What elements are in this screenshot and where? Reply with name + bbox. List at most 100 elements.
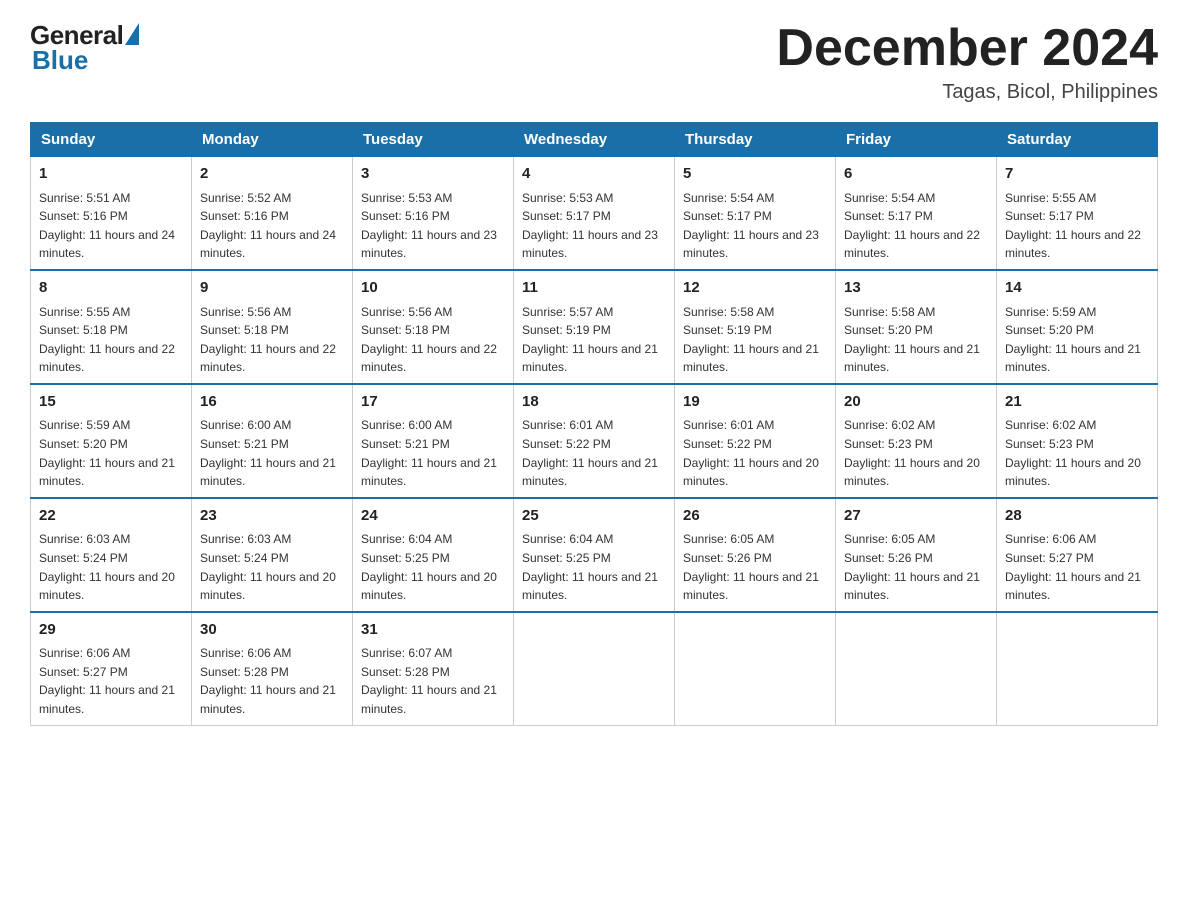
day-info: Sunrise: 6:04 AMSunset: 5:25 PMDaylight:… bbox=[522, 530, 666, 604]
day-number: 7 bbox=[1005, 163, 1149, 186]
weekday-header-sunday: Sunday bbox=[31, 123, 192, 157]
day-info: Sunrise: 5:52 AMSunset: 5:16 PMDaylight:… bbox=[200, 189, 344, 263]
calendar-week-row: 8 Sunrise: 5:55 AMSunset: 5:18 PMDaylight… bbox=[31, 270, 1158, 384]
day-info: Sunrise: 6:03 AMSunset: 5:24 PMDaylight:… bbox=[39, 530, 183, 604]
day-number: 24 bbox=[361, 505, 505, 528]
weekday-header-tuesday: Tuesday bbox=[353, 123, 514, 157]
day-number: 16 bbox=[200, 391, 344, 414]
day-number: 17 bbox=[361, 391, 505, 414]
table-row: 11 Sunrise: 5:57 AMSunset: 5:19 PMDayligh… bbox=[514, 270, 675, 384]
table-row: 21Sunrise: 6:02 AMSunset: 5:23 PMDayligh… bbox=[997, 384, 1158, 498]
table-row: 19Sunrise: 6:01 AMSunset: 5:22 PMDayligh… bbox=[675, 384, 836, 498]
day-number: 29 bbox=[39, 619, 183, 642]
calendar-table: SundayMondayTuesdayWednesdayThursdayFrid… bbox=[30, 122, 1158, 725]
day-number: 22 bbox=[39, 505, 183, 528]
day-info: Sunrise: 5:56 AMSunset: 5:18 PMDaylight:… bbox=[200, 303, 344, 377]
table-row: 8 Sunrise: 5:55 AMSunset: 5:18 PMDaylight… bbox=[31, 270, 192, 384]
day-number: 18 bbox=[522, 391, 666, 414]
table-row: 31Sunrise: 6:07 AMSunset: 5:28 PMDayligh… bbox=[353, 612, 514, 725]
day-info: Sunrise: 6:02 AMSunset: 5:23 PMDaylight:… bbox=[844, 416, 988, 490]
table-row: 27Sunrise: 6:05 AMSunset: 5:26 PMDayligh… bbox=[836, 498, 997, 612]
day-number: 2 bbox=[200, 163, 344, 186]
day-info: Sunrise: 6:04 AMSunset: 5:25 PMDaylight:… bbox=[361, 530, 505, 604]
weekday-header-thursday: Thursday bbox=[675, 123, 836, 157]
day-number: 14 bbox=[1005, 277, 1149, 300]
table-row: 1Sunrise: 5:51 AMSunset: 5:16 PMDaylight… bbox=[31, 157, 192, 270]
day-number: 31 bbox=[361, 619, 505, 642]
table-row: 18Sunrise: 6:01 AMSunset: 5:22 PMDayligh… bbox=[514, 384, 675, 498]
day-info: Sunrise: 6:05 AMSunset: 5:26 PMDaylight:… bbox=[683, 530, 827, 604]
logo: General Blue bbox=[30, 20, 139, 76]
day-number: 5 bbox=[683, 163, 827, 186]
day-info: Sunrise: 6:02 AMSunset: 5:23 PMDaylight:… bbox=[1005, 416, 1149, 490]
day-info: Sunrise: 5:53 AMSunset: 5:17 PMDaylight:… bbox=[522, 189, 666, 263]
table-row: 29Sunrise: 6:06 AMSunset: 5:27 PMDayligh… bbox=[31, 612, 192, 725]
table-row: 17Sunrise: 6:00 AMSunset: 5:21 PMDayligh… bbox=[353, 384, 514, 498]
table-row: 28Sunrise: 6:06 AMSunset: 5:27 PMDayligh… bbox=[997, 498, 1158, 612]
table-row: 12 Sunrise: 5:58 AMSunset: 5:19 PMDayligh… bbox=[675, 270, 836, 384]
day-number: 10 bbox=[361, 277, 505, 300]
page-header: General Blue December 2024 Tagas, Bicol,… bbox=[30, 20, 1158, 104]
day-number: 21 bbox=[1005, 391, 1149, 414]
day-info: Sunrise: 6:06 AMSunset: 5:27 PMDaylight:… bbox=[1005, 530, 1149, 604]
day-number: 28 bbox=[1005, 505, 1149, 528]
table-row: 16Sunrise: 6:00 AMSunset: 5:21 PMDayligh… bbox=[192, 384, 353, 498]
day-number: 19 bbox=[683, 391, 827, 414]
table-row: 24Sunrise: 6:04 AMSunset: 5:25 PMDayligh… bbox=[353, 498, 514, 612]
day-info: Sunrise: 6:01 AMSunset: 5:22 PMDaylight:… bbox=[683, 416, 827, 490]
day-info: Sunrise: 6:06 AMSunset: 5:27 PMDaylight:… bbox=[39, 644, 183, 718]
day-number: 20 bbox=[844, 391, 988, 414]
day-info: Sunrise: 6:03 AMSunset: 5:24 PMDaylight:… bbox=[200, 530, 344, 604]
day-number: 9 bbox=[200, 277, 344, 300]
day-number: 11 bbox=[522, 277, 666, 300]
day-info: Sunrise: 6:00 AMSunset: 5:21 PMDaylight:… bbox=[200, 416, 344, 490]
table-row bbox=[997, 612, 1158, 725]
title-area: December 2024 Tagas, Bicol, Philippines bbox=[776, 20, 1158, 104]
day-info: Sunrise: 5:56 AMSunset: 5:18 PMDaylight:… bbox=[361, 303, 505, 377]
day-info: Sunrise: 5:58 AMSunset: 5:20 PMDaylight:… bbox=[844, 303, 988, 377]
table-row: 9 Sunrise: 5:56 AMSunset: 5:18 PMDaylight… bbox=[192, 270, 353, 384]
table-row: 14Sunrise: 5:59 AMSunset: 5:20 PMDayligh… bbox=[997, 270, 1158, 384]
table-row: 25Sunrise: 6:04 AMSunset: 5:25 PMDayligh… bbox=[514, 498, 675, 612]
table-row: 2 Sunrise: 5:52 AMSunset: 5:16 PMDaylight… bbox=[192, 157, 353, 270]
day-info: Sunrise: 5:54 AMSunset: 5:17 PMDaylight:… bbox=[844, 189, 988, 263]
logo-triangle-icon bbox=[125, 23, 139, 45]
calendar-week-row: 29Sunrise: 6:06 AMSunset: 5:27 PMDayligh… bbox=[31, 612, 1158, 725]
day-number: 26 bbox=[683, 505, 827, 528]
calendar-week-row: 15Sunrise: 5:59 AMSunset: 5:20 PMDayligh… bbox=[31, 384, 1158, 498]
month-title: December 2024 bbox=[776, 20, 1158, 77]
day-info: Sunrise: 5:51 AMSunset: 5:16 PMDaylight:… bbox=[39, 189, 183, 263]
day-info: Sunrise: 5:54 AMSunset: 5:17 PMDaylight:… bbox=[683, 189, 827, 263]
calendar-week-row: 22Sunrise: 6:03 AMSunset: 5:24 PMDayligh… bbox=[31, 498, 1158, 612]
table-row: 15Sunrise: 5:59 AMSunset: 5:20 PMDayligh… bbox=[31, 384, 192, 498]
weekday-header-wednesday: Wednesday bbox=[514, 123, 675, 157]
day-info: Sunrise: 5:55 AMSunset: 5:17 PMDaylight:… bbox=[1005, 189, 1149, 263]
day-number: 12 bbox=[683, 277, 827, 300]
table-row bbox=[514, 612, 675, 725]
day-info: Sunrise: 5:58 AMSunset: 5:19 PMDaylight:… bbox=[683, 303, 827, 377]
day-info: Sunrise: 5:55 AMSunset: 5:18 PMDaylight:… bbox=[39, 303, 183, 377]
table-row: 6 Sunrise: 5:54 AMSunset: 5:17 PMDaylight… bbox=[836, 157, 997, 270]
day-info: Sunrise: 6:07 AMSunset: 5:28 PMDaylight:… bbox=[361, 644, 505, 718]
day-info: Sunrise: 6:05 AMSunset: 5:26 PMDaylight:… bbox=[844, 530, 988, 604]
day-number: 6 bbox=[844, 163, 988, 186]
weekday-header-monday: Monday bbox=[192, 123, 353, 157]
calendar-week-row: 1Sunrise: 5:51 AMSunset: 5:16 PMDaylight… bbox=[31, 157, 1158, 270]
day-number: 13 bbox=[844, 277, 988, 300]
table-row: 20Sunrise: 6:02 AMSunset: 5:23 PMDayligh… bbox=[836, 384, 997, 498]
table-row: 10 Sunrise: 5:56 AMSunset: 5:18 PMDayligh… bbox=[353, 270, 514, 384]
day-number: 27 bbox=[844, 505, 988, 528]
table-row: 26Sunrise: 6:05 AMSunset: 5:26 PMDayligh… bbox=[675, 498, 836, 612]
table-row: 13 Sunrise: 5:58 AMSunset: 5:20 PMDayligh… bbox=[836, 270, 997, 384]
day-number: 8 bbox=[39, 277, 183, 300]
table-row bbox=[836, 612, 997, 725]
day-number: 15 bbox=[39, 391, 183, 414]
day-number: 30 bbox=[200, 619, 344, 642]
day-info: Sunrise: 5:57 AMSunset: 5:19 PMDaylight:… bbox=[522, 303, 666, 377]
day-number: 3 bbox=[361, 163, 505, 186]
table-row: 22Sunrise: 6:03 AMSunset: 5:24 PMDayligh… bbox=[31, 498, 192, 612]
day-info: Sunrise: 5:53 AMSunset: 5:16 PMDaylight:… bbox=[361, 189, 505, 263]
weekday-header-row: SundayMondayTuesdayWednesdayThursdayFrid… bbox=[31, 123, 1158, 157]
location-title: Tagas, Bicol, Philippines bbox=[776, 81, 1158, 104]
table-row: 3 Sunrise: 5:53 AMSunset: 5:16 PMDaylight… bbox=[353, 157, 514, 270]
